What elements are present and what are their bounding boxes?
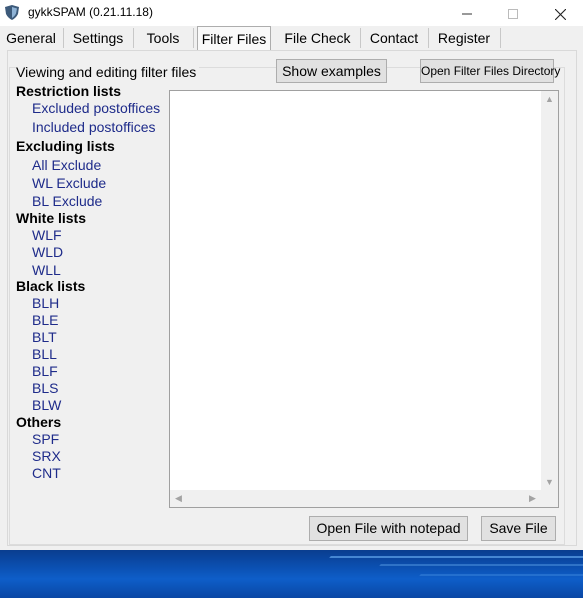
list-item-all-exclude[interactable]: All Exclude: [32, 157, 101, 173]
list-item-wlf[interactable]: WLF: [32, 227, 62, 243]
list-item-excluded-postoffices[interactable]: Excluded postoffices: [32, 100, 160, 116]
list-item-wld[interactable]: WLD: [32, 244, 63, 260]
tab-contact[interactable]: Contact: [361, 27, 427, 49]
title-bar: gykkSPAM (0.21.11.18): [0, 0, 583, 26]
tab-separator: [500, 28, 501, 48]
maximize-button[interactable]: [490, 0, 536, 26]
list-item-included-postoffices[interactable]: Included postoffices: [32, 119, 156, 135]
group-label: Viewing and editing filter files: [16, 64, 200, 80]
scroll-up-icon[interactable]: ▲: [541, 91, 558, 108]
close-button[interactable]: [537, 0, 583, 26]
list-item-spf[interactable]: SPF: [32, 431, 59, 447]
scroll-down-icon[interactable]: ▼: [541, 474, 558, 491]
list-item-bl-exclude[interactable]: BL Exclude: [32, 193, 102, 209]
filter-file-editor[interactable]: ▲ ▼ ◀ ▶: [169, 90, 559, 508]
section-others: Others: [16, 414, 62, 430]
scroll-right-icon[interactable]: ▶: [524, 490, 541, 507]
wallpaper-light-streak: [419, 574, 583, 576]
list-item-blf[interactable]: BLF: [32, 363, 58, 379]
tab-tools[interactable]: Tools: [134, 27, 192, 49]
list-item-bls[interactable]: BLS: [32, 380, 58, 396]
list-item-srx[interactable]: SRX: [32, 448, 61, 464]
desktop-background: [0, 550, 583, 598]
list-item-ble[interactable]: BLE: [32, 312, 58, 328]
minimize-icon: [462, 13, 472, 15]
minimize-button[interactable]: [444, 0, 490, 26]
wallpaper-light-streak: [329, 556, 583, 558]
section-white-lists: White lists: [16, 210, 87, 226]
open-with-notepad-button[interactable]: Open File with notepad: [309, 516, 468, 541]
list-item-wl-exclude[interactable]: WL Exclude: [32, 175, 106, 191]
save-file-button[interactable]: Save File: [481, 516, 556, 541]
maximize-icon: [508, 9, 518, 20]
scrollbar-corner: [541, 490, 558, 507]
wallpaper-light-streak: [379, 564, 583, 566]
section-black-lists: Black lists: [16, 278, 86, 294]
tab-separator: [193, 28, 194, 48]
close-icon: [554, 8, 566, 21]
list-item-blh[interactable]: BLH: [32, 295, 59, 311]
list-item-blt[interactable]: BLT: [32, 329, 57, 345]
tab-general[interactable]: General: [0, 27, 62, 49]
section-excluding-lists: Excluding lists: [16, 138, 115, 154]
window-title: gykkSPAM (0.21.11.18): [28, 5, 153, 19]
tab-filter-files[interactable]: Filter Files: [197, 26, 271, 50]
tab-file-check[interactable]: File Check: [276, 27, 359, 49]
section-restriction-lists: Restriction lists: [16, 83, 122, 99]
app-shield-icon: [5, 5, 19, 20]
vertical-scrollbar[interactable]: ▲ ▼: [541, 91, 558, 491]
list-item-cnt[interactable]: CNT: [32, 465, 61, 481]
open-filter-directory-button[interactable]: Open Filter Files Directory: [420, 59, 560, 83]
tab-register[interactable]: Register: [429, 27, 499, 49]
app-window: gykkSPAM (0.21.11.18) General Settings T…: [0, 0, 583, 550]
list-item-bll[interactable]: BLL: [32, 346, 57, 362]
tab-settings[interactable]: Settings: [64, 27, 132, 49]
scroll-left-icon[interactable]: ◀: [170, 490, 187, 507]
list-item-blw[interactable]: BLW: [32, 397, 61, 413]
show-examples-button[interactable]: Show examples: [276, 59, 387, 83]
horizontal-scrollbar[interactable]: ◀ ▶: [170, 490, 541, 507]
list-item-wll[interactable]: WLL: [32, 262, 61, 278]
